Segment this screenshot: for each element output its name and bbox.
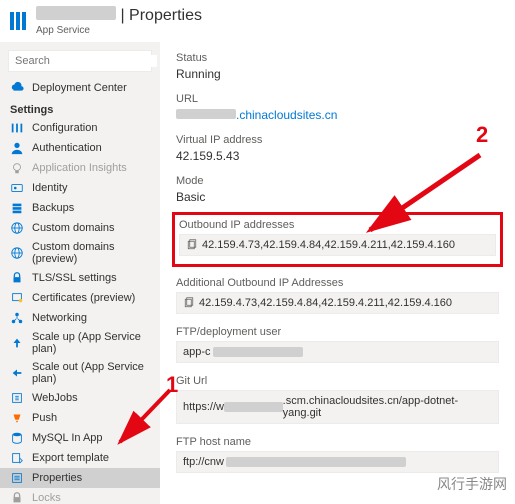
nav-label: Export template xyxy=(32,452,109,464)
nav-label: Properties xyxy=(32,472,82,484)
database-icon xyxy=(10,431,24,445)
copy-icon[interactable] xyxy=(183,297,195,309)
additional-outbound-box[interactable]: 42.159.4.73,42.159.4.84,42.159.4.211,42.… xyxy=(176,292,499,314)
lock-icon xyxy=(10,491,24,504)
url-value[interactable]: .chinacloudsites.cn xyxy=(176,108,337,122)
globe-icon xyxy=(10,246,24,260)
copy-icon[interactable] xyxy=(186,239,198,251)
id-icon xyxy=(10,181,24,195)
resource-type: App Service xyxy=(36,25,202,36)
nav-application-insights[interactable]: Application Insights xyxy=(0,158,160,178)
nav-label: Certificates (preview) xyxy=(32,292,135,304)
git-url-box[interactable]: https://w .scm.chinacloudsites.cn/app-do… xyxy=(176,390,499,424)
lock-icon xyxy=(10,271,24,285)
app-service-icon xyxy=(10,12,28,30)
additional-outbound-label: Additional Outbound IP Addresses xyxy=(176,277,499,289)
content-pane: Status Running URL .chinacloudsites.cn V… xyxy=(160,42,515,504)
nav-networking[interactable]: Networking xyxy=(0,308,160,328)
outbound-label: Outbound IP addresses xyxy=(179,219,496,231)
status-value: Running xyxy=(176,67,221,81)
bulb-icon xyxy=(10,161,24,175)
page-header: | Properties App Service xyxy=(0,0,515,42)
ftp-host-value: ftp://cnw xyxy=(183,456,224,468)
annotation-1: 1 xyxy=(166,372,178,398)
nav-label: Scale up (App Service plan) xyxy=(32,331,150,355)
mode-value: Basic xyxy=(176,190,205,204)
nav-label: Push xyxy=(32,412,57,424)
nav-configuration[interactable]: Configuration xyxy=(0,118,160,138)
nav-custom-domains[interactable]: Custom domains xyxy=(0,218,160,238)
nav-webjobs[interactable]: WebJobs xyxy=(0,388,160,408)
globe-icon xyxy=(10,221,24,235)
ftp-user-box[interactable]: app-c xyxy=(176,341,499,363)
scale-up-icon xyxy=(10,336,24,350)
nav-label: Scale out (App Service plan) xyxy=(32,361,150,385)
ftp-user-value: app-c xyxy=(183,346,211,358)
nav-label: Locks xyxy=(32,492,61,504)
nav-label: Application Insights xyxy=(32,162,127,174)
webjobs-icon xyxy=(10,391,24,405)
nav-scale-up[interactable]: Scale up (App Service plan) xyxy=(0,328,160,358)
sidebar: Deployment Center Settings Configuration… xyxy=(0,42,160,504)
nav-authentication[interactable]: Authentication xyxy=(0,138,160,158)
watermark: 风行手游网 xyxy=(437,474,507,494)
cloud-icon xyxy=(10,81,24,95)
search-input[interactable] xyxy=(15,55,157,67)
nav-deployment-center[interactable]: Deployment Center xyxy=(0,78,160,98)
url-label: URL xyxy=(176,93,499,105)
certificate-icon xyxy=(10,291,24,305)
ftp-host-label: FTP host name xyxy=(176,436,499,448)
nav-label: Identity xyxy=(32,182,67,194)
nav-label: MySQL In App xyxy=(32,432,103,444)
nav-locks[interactable]: Locks xyxy=(0,488,160,504)
vip-label: Virtual IP address xyxy=(176,134,499,146)
nav-label: Deployment Center xyxy=(32,82,127,94)
nav-label: TLS/SSL settings xyxy=(32,272,117,284)
nav-push[interactable]: Push xyxy=(0,408,160,428)
backup-icon xyxy=(10,201,24,215)
nav-label: Authentication xyxy=(32,142,102,154)
nav-properties[interactable]: Properties xyxy=(0,468,160,488)
nav-mysql[interactable]: MySQL In App xyxy=(0,428,160,448)
nav-certificates[interactable]: Certificates (preview) xyxy=(0,288,160,308)
additional-outbound-value: 42.159.4.73,42.159.4.84,42.159.4.211,42.… xyxy=(199,297,452,309)
vip-value: 42.159.5.43 xyxy=(176,149,239,163)
section-settings: Settings xyxy=(0,98,160,118)
nav-label: Configuration xyxy=(32,122,97,134)
mode-label: Mode xyxy=(176,175,499,187)
outbound-highlight: Outbound IP addresses 42.159.4.73,42.159… xyxy=(172,212,503,267)
push-icon xyxy=(10,411,24,425)
nav-backups[interactable]: Backups xyxy=(0,198,160,218)
page-title: | Properties xyxy=(36,6,202,25)
nav-label: Backups xyxy=(32,202,74,214)
outbound-value-box[interactable]: 42.159.4.73,42.159.4.84,42.159.4.211,42.… xyxy=(179,234,496,256)
outbound-value: 42.159.4.73,42.159.4.84,42.159.4.211,42.… xyxy=(202,239,455,251)
nav-tls-ssl[interactable]: TLS/SSL settings xyxy=(0,268,160,288)
nav-label: WebJobs xyxy=(32,392,78,404)
nav-identity[interactable]: Identity xyxy=(0,178,160,198)
nav-label: Networking xyxy=(32,312,87,324)
search-box[interactable] xyxy=(8,50,152,72)
nav-label: Custom domains xyxy=(32,222,115,234)
nav-label: Custom domains (preview) xyxy=(32,241,150,265)
export-icon xyxy=(10,451,24,465)
scale-out-icon xyxy=(10,366,24,380)
properties-icon xyxy=(10,471,24,485)
git-url-label: Git Url xyxy=(176,375,499,387)
git-url-prefix: https://w xyxy=(183,401,224,413)
nav-scale-out[interactable]: Scale out (App Service plan) xyxy=(0,358,160,388)
status-label: Status xyxy=(176,52,499,64)
ftp-host-box[interactable]: ftp://cnw xyxy=(176,451,499,473)
person-icon xyxy=(10,141,24,155)
nav-export-template[interactable]: Export template xyxy=(0,448,160,468)
git-url-suffix: .scm.chinacloudsites.cn/app-dotnet-yang.… xyxy=(283,395,492,419)
annotation-2: 2 xyxy=(476,122,488,148)
ftp-user-label: FTP/deployment user xyxy=(176,326,499,338)
network-icon xyxy=(10,311,24,325)
sliders-icon xyxy=(10,121,24,135)
nav-custom-domains-preview[interactable]: Custom domains (preview) xyxy=(0,238,160,268)
